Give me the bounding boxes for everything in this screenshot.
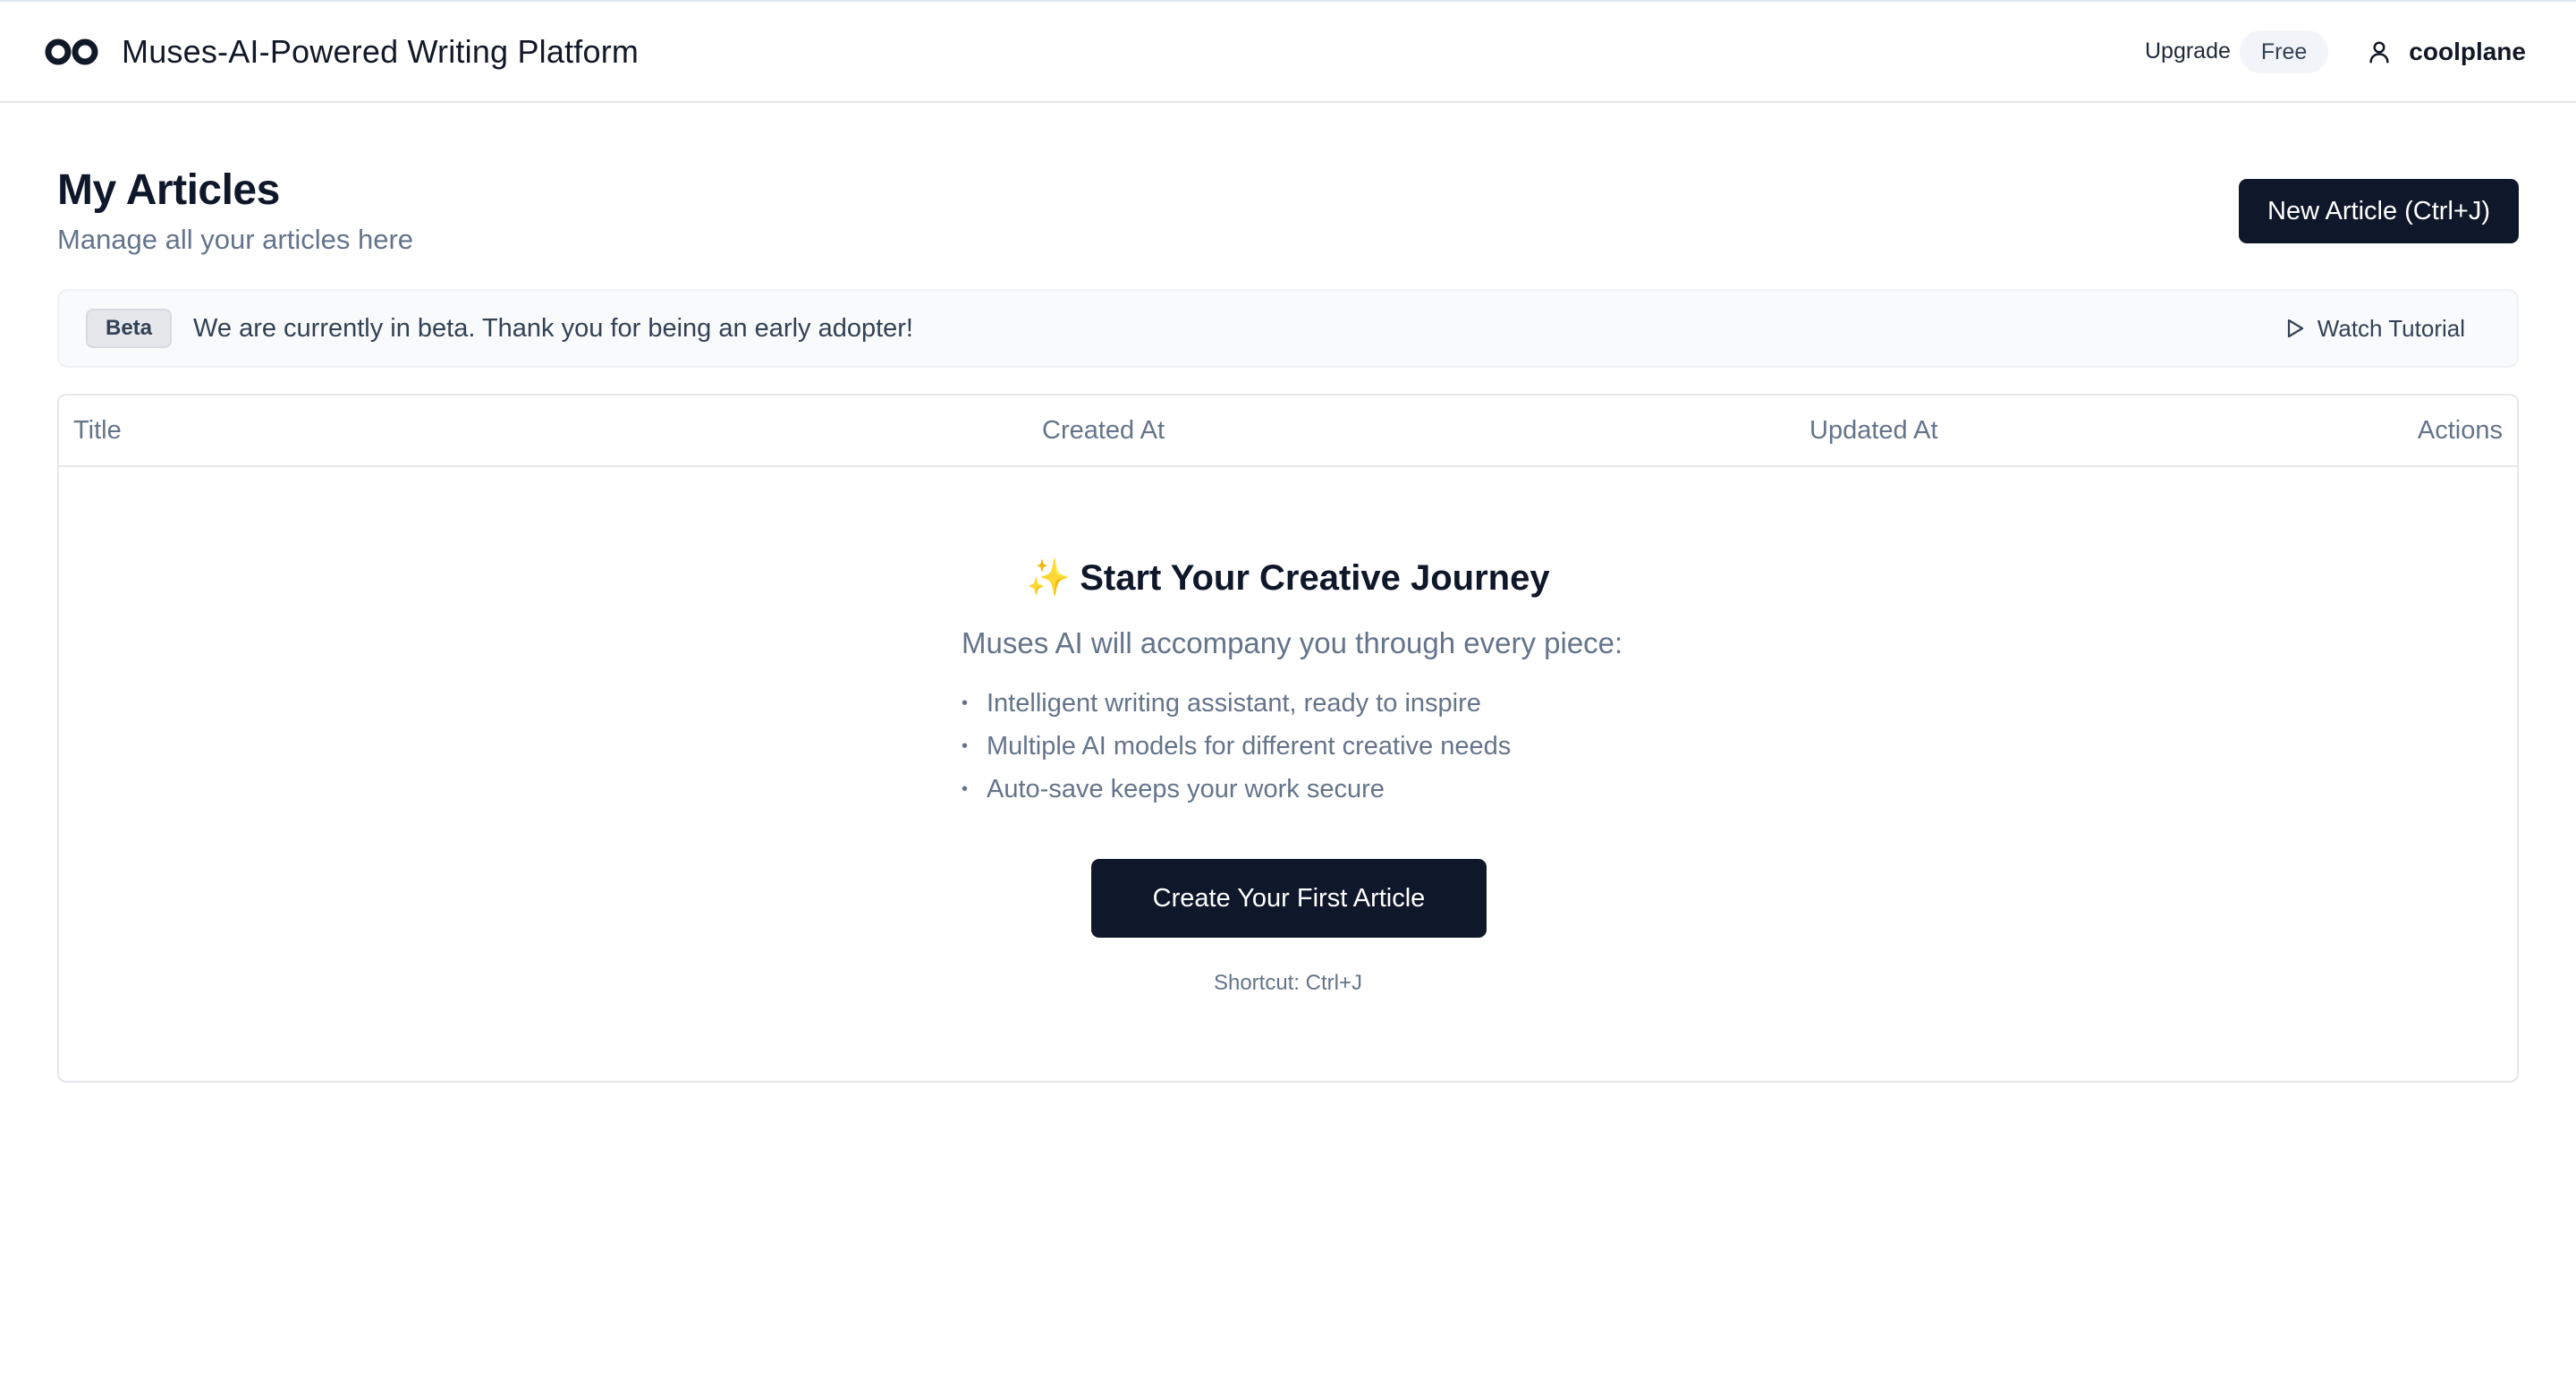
- feature-list: • Intelligent writing assistant, ready t…: [962, 682, 1511, 811]
- feature-item: • Auto-save keeps your work secure: [962, 768, 1511, 811]
- feature-item: • Multiple AI models for different creat…: [962, 725, 1511, 768]
- page-header: My Articles Manage all your articles her…: [57, 103, 2519, 289]
- page-title: My Articles: [57, 166, 280, 214]
- upgrade-label: Upgrade: [2144, 38, 2231, 64]
- brand[interactable]: Muses-AI-Powered Writing Platform: [43, 33, 639, 71]
- beta-message: We are currently in beta. Thank you for …: [193, 313, 913, 343]
- header-actions: Upgrade Free coolplane: [2145, 30, 2526, 73]
- user-menu[interactable]: coolplane: [2366, 38, 2526, 66]
- bullet-icon: •: [962, 693, 969, 713]
- watch-tutorial-button[interactable]: Watch Tutorial: [2285, 315, 2465, 343]
- column-header-updated-at[interactable]: Updated At: [1809, 395, 1938, 465]
- column-header-title[interactable]: Title: [73, 395, 122, 465]
- feature-text: Intelligent writing assistant, ready to …: [987, 688, 1481, 718]
- empty-state-title-text: Start Your Creative Journey: [1080, 558, 1550, 598]
- new-article-button[interactable]: New Article (Ctrl+J): [2239, 179, 2519, 243]
- empty-state-lead: Muses AI will accompany you through ever…: [962, 626, 1623, 659]
- user-icon: [2369, 41, 2389, 63]
- top-navbar: Muses-AI-Powered Writing Platform Upgrad…: [0, 0, 2576, 103]
- main-content: My Articles Manage all your articles her…: [57, 103, 2519, 1083]
- sparkles-icon: ✨: [1026, 558, 1072, 598]
- feature-item: • Intelligent writing assistant, ready t…: [962, 682, 1511, 725]
- feature-text: Auto-save keeps your work secure: [987, 774, 1385, 803]
- play-icon: [2287, 319, 2303, 338]
- bullet-icon: •: [962, 735, 969, 756]
- table-header: Title Created At Updated At Actions: [59, 395, 2517, 467]
- watch-tutorial-label: Watch Tutorial: [2317, 314, 2465, 342]
- shortcut-hint: Shortcut: Ctrl+J: [1213, 971, 1363, 995]
- column-header-created-at[interactable]: Created At: [1042, 395, 1165, 465]
- beta-banner: Beta We are currently in beta. Thank you…: [57, 289, 2519, 368]
- empty-state-title: ✨ Start Your Creative Journey: [59, 557, 2517, 599]
- plan-badge: Free: [2239, 30, 2329, 73]
- app-title: Muses-AI-Powered Writing Platform: [122, 32, 640, 70]
- bullet-icon: •: [962, 778, 969, 799]
- infinity-logo-icon: [45, 38, 98, 64]
- upgrade-button[interactable]: Upgrade Free: [2144, 30, 2329, 73]
- column-header-actions: Actions: [2417, 416, 2503, 445]
- username: coolplane: [2409, 37, 2526, 65]
- create-first-article-button[interactable]: Create Your First Article: [1091, 859, 1487, 938]
- feature-text: Multiple AI models for different creativ…: [987, 731, 1512, 761]
- page-subtitle: Manage all your articles here: [57, 224, 414, 255]
- beta-badge: Beta: [86, 309, 173, 348]
- articles-table: Title Created At Updated At Actions ✨ Sta…: [57, 394, 2519, 1083]
- empty-state: ✨ Start Your Creative Journey Muses AI wi…: [59, 467, 2517, 1081]
